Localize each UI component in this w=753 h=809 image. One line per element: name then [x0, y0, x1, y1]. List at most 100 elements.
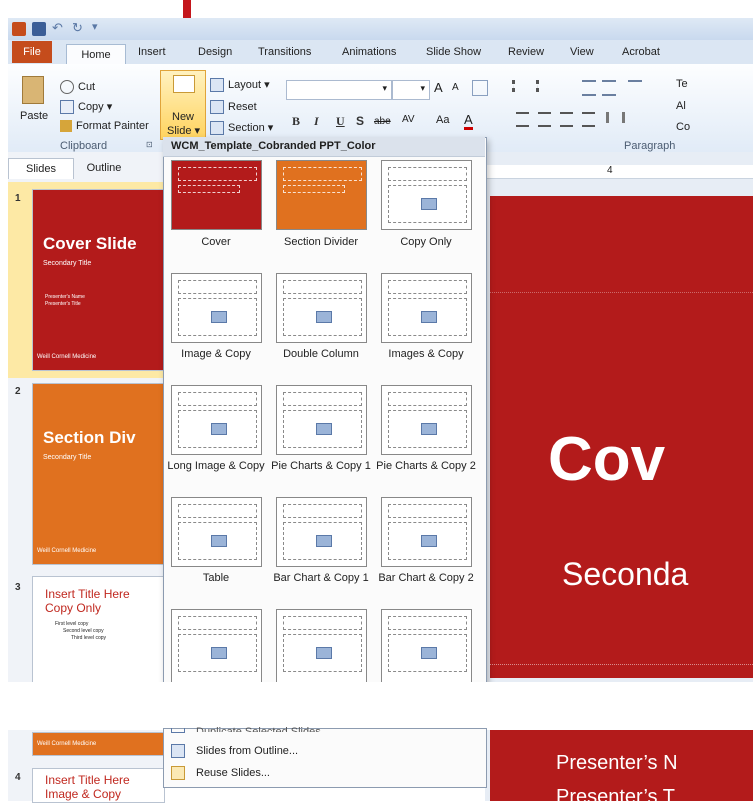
screenshot-gap [0, 682, 753, 730]
customize-icon[interactable]: ▾ [92, 20, 98, 33]
layout-tile[interactable] [171, 273, 262, 343]
tab-view[interactable]: View [570, 46, 594, 58]
paintbrush-icon [60, 120, 72, 133]
tab-acrobat[interactable]: Acrobat [622, 46, 660, 58]
copy-button[interactable]: Copy ▾ [60, 100, 112, 115]
numbering-icon[interactable] [536, 80, 553, 92]
tab-design[interactable]: Design [198, 46, 232, 58]
tab-home[interactable]: Home [66, 44, 126, 66]
convert-smartart-button[interactable]: Co [676, 121, 690, 133]
save-icon[interactable] [32, 22, 46, 36]
layout-tile[interactable] [171, 609, 262, 685]
section-button[interactable]: Section ▾ [210, 121, 273, 136]
thumbnail-subtitle: Secondary Title [43, 454, 92, 461]
clipboard-launcher-icon[interactable]: ⊡ [146, 140, 153, 149]
tab-animations[interactable]: Animations [342, 46, 396, 58]
layout-tile[interactable] [276, 385, 367, 455]
duplicate-slides-menu-item[interactable]: Duplicate Selected Slides [196, 726, 321, 732]
layout-tile[interactable] [171, 160, 262, 230]
slide-thumbnail-1[interactable]: Cover Slide Secondary Title Presenter's … [32, 189, 165, 371]
tab-insert[interactable]: Insert [138, 46, 166, 58]
decrease-indent-icon[interactable] [582, 80, 596, 96]
redo-icon[interactable]: ↻ [72, 20, 83, 36]
layout-button[interactable]: Layout ▾ [210, 78, 270, 93]
section-label: Section [228, 122, 265, 134]
section-icon [210, 121, 224, 136]
layout-tile[interactable] [381, 160, 472, 230]
new-slide-button[interactable]: New Slide ▾ [160, 70, 206, 140]
text-direction-button[interactable]: Te [676, 78, 688, 90]
clear-formatting-icon[interactable] [472, 80, 488, 96]
slide-canvas[interactable]: Cov Seconda [490, 196, 753, 678]
font-size-dropdown[interactable]: ▾ [392, 80, 430, 100]
layout-tile[interactable] [276, 160, 367, 230]
increase-indent-icon[interactable] [602, 80, 616, 96]
clipboard-group-label: Clipboard [60, 140, 108, 152]
layout-placeholder [283, 634, 362, 672]
layout-tile[interactable] [276, 609, 367, 685]
slides-from-outline-menu-item[interactable]: Slides from Outline... [196, 745, 298, 757]
thumbnail-bullet: Second level copy [63, 628, 104, 634]
layout-tile[interactable] [381, 609, 472, 685]
reuse-slides-icon [171, 766, 185, 780]
thumbnail-bullet: First level copy [55, 621, 89, 627]
layout-placeholder [388, 280, 467, 294]
font-name-dropdown[interactable]: ▾ [286, 80, 392, 100]
layout-placeholder [283, 504, 362, 518]
undo-icon[interactable]: ↶ [52, 20, 63, 36]
layout-placeholder [178, 280, 257, 294]
justify-icon[interactable] [582, 112, 595, 127]
slide-thumbnail-2-remnant[interactable]: Weill Cornell Medicine [32, 732, 165, 756]
layout-label: Copy Only [400, 236, 452, 248]
layout-tile[interactable] [171, 497, 262, 567]
thumbnail-presenter: Presenter's Name [45, 294, 85, 300]
reset-label: Reset [228, 100, 257, 113]
layout-label: Section Divider [284, 236, 358, 248]
layout-tile[interactable] [171, 385, 262, 455]
layout-tile[interactable] [381, 385, 472, 455]
paste-button[interactable]: Paste [20, 110, 48, 122]
tab-outline[interactable]: Outline [72, 158, 136, 178]
guide-line [490, 664, 753, 665]
slide-thumbnail-4[interactable]: Insert Title Here Image & Copy [32, 768, 165, 803]
tab-slides[interactable]: Slides [8, 158, 74, 179]
cut-button[interactable]: Cut [60, 80, 95, 94]
align-left-icon[interactable] [516, 112, 529, 127]
format-painter-button[interactable]: Format Painter [60, 120, 149, 133]
thumbnail-title: Insert Title Here [45, 773, 130, 787]
tab-slide-show[interactable]: Slide Show [426, 46, 481, 58]
slide-title: Cov [548, 425, 666, 494]
powerpoint-app-icon[interactable] [12, 22, 26, 36]
layout-tile[interactable] [276, 273, 367, 343]
layout-tile[interactable] [276, 497, 367, 567]
thumbnail-number: 1 [15, 193, 21, 204]
align-text-button[interactable]: Al [676, 100, 686, 112]
shadow-button[interactable]: S [356, 114, 364, 128]
slide-thumbnail-2[interactable]: Section Div Secondary Title Weill Cornel… [32, 383, 165, 565]
columns-icon[interactable] [606, 112, 625, 123]
change-case-button[interactable]: Aa [436, 114, 449, 126]
slide-thumbnail-3[interactable]: Insert Title Here Copy Only First level … [32, 576, 165, 688]
paste-icon[interactable] [22, 76, 44, 104]
layout-tile[interactable] [381, 497, 472, 567]
underline-button[interactable]: U [336, 114, 345, 129]
shrink-font-button[interactable]: A [452, 82, 459, 93]
char-spacing-button[interactable]: AV [402, 114, 415, 125]
align-center-icon[interactable] [538, 112, 551, 127]
align-right-icon[interactable] [560, 112, 573, 127]
line-spacing-icon[interactable] [628, 80, 642, 94]
slide-presenter-name: Presenter’s N [556, 752, 678, 774]
grow-font-button[interactable]: A [434, 80, 443, 95]
tab-review[interactable]: Review [508, 46, 544, 58]
strikethrough-button[interactable]: abe [374, 116, 391, 127]
bullets-icon[interactable] [512, 80, 529, 92]
layout-tile[interactable] [381, 273, 472, 343]
tab-file[interactable]: File [12, 41, 52, 63]
tab-transitions[interactable]: Transitions [258, 46, 311, 58]
reuse-slides-menu-item[interactable]: Reuse Slides... [196, 767, 270, 779]
font-color-button[interactable]: A [464, 112, 473, 130]
bold-button[interactable]: B [292, 114, 300, 129]
italic-button[interactable]: I [314, 114, 319, 129]
reset-button[interactable]: Reset [210, 100, 257, 114]
layout-placeholder [388, 298, 467, 336]
